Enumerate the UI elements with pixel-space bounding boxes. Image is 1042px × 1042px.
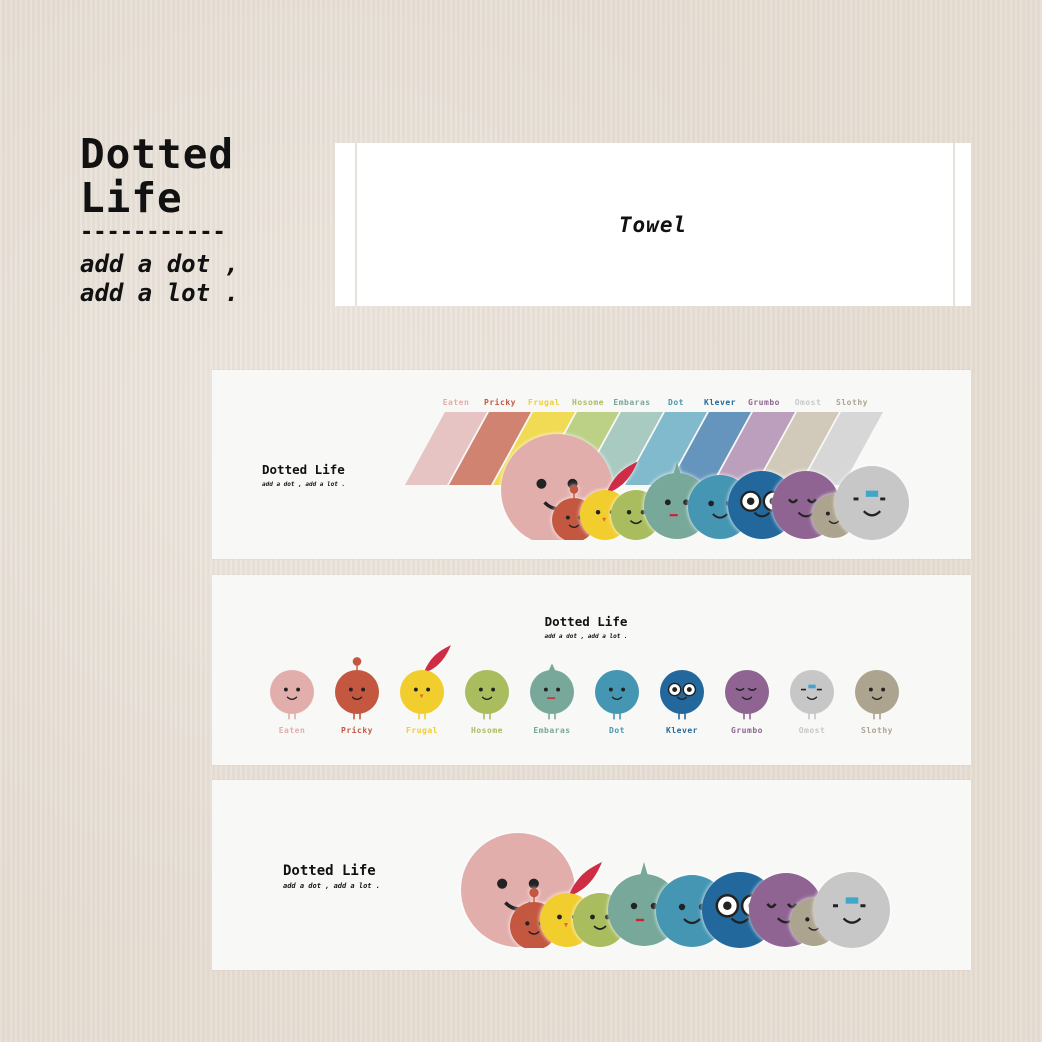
stripe-label: Frugal bbox=[528, 398, 560, 407]
panel-subtitle: add a dot , add a lot . bbox=[262, 481, 345, 488]
stripe-label: Pricky bbox=[484, 397, 516, 407]
character-body bbox=[595, 670, 639, 714]
character-label: Klever bbox=[666, 726, 698, 735]
character-omost bbox=[790, 670, 834, 720]
stripe-label: Slothy bbox=[836, 398, 868, 407]
character-label: Grumbo bbox=[731, 726, 763, 735]
character-body bbox=[790, 670, 834, 714]
character-label: Eaten bbox=[279, 726, 306, 735]
spike-icon bbox=[640, 862, 648, 876]
character-slothy bbox=[855, 670, 899, 720]
brand-tagline-line1: add a dot , bbox=[80, 250, 239, 278]
character-embaras bbox=[530, 663, 574, 720]
towel-design-rainbow-art: Dotted Life add a dot , add a lot . Eaten P… bbox=[212, 397, 971, 559]
character-label: Pricky bbox=[341, 725, 373, 735]
panel-floor bbox=[212, 540, 971, 559]
stripe-label: Klever bbox=[704, 398, 736, 407]
character-label: Embaras bbox=[533, 726, 570, 735]
brand-title: Dotted Life bbox=[80, 132, 280, 220]
towel-design-crowd: Dotted Life add a dot , add a lot . bbox=[212, 780, 971, 970]
panel-title: Dotted Life bbox=[262, 462, 345, 477]
panel-title: Dotted Life bbox=[283, 863, 376, 879]
character-body bbox=[270, 670, 314, 714]
towel-design-rainbow: Dotted Life add a dot , add a lot . Eaten P… bbox=[212, 370, 971, 559]
character-label: Slothy bbox=[861, 726, 893, 735]
character-crowd bbox=[461, 833, 890, 950]
character-body bbox=[400, 670, 444, 714]
character-eaten bbox=[270, 670, 314, 720]
stripe-label: Grumbo bbox=[748, 398, 780, 407]
character-label: Omost bbox=[799, 726, 826, 735]
brand-title-line2: Life bbox=[80, 174, 183, 222]
character-hosome bbox=[465, 670, 509, 720]
towel-design-lineup: Dotted Life add a dot , add a lot . Eaten P… bbox=[212, 575, 971, 765]
stripe-label: Embaras bbox=[613, 398, 650, 407]
product-tag-card: Towel bbox=[335, 143, 971, 306]
stripe-label: Omost bbox=[795, 398, 822, 407]
brand-title-line1: Dotted bbox=[80, 130, 235, 178]
stripe-label: Hosome bbox=[572, 398, 604, 407]
product-tag-label: Towel bbox=[618, 213, 688, 237]
character-pricky bbox=[335, 657, 379, 720]
feather-icon bbox=[569, 862, 602, 895]
panel-subtitle: add a dot , add a lot . bbox=[544, 633, 627, 640]
feather-icon bbox=[424, 645, 451, 672]
panel-subtitle: add a dot , add a lot . bbox=[283, 882, 380, 890]
character-frugal bbox=[400, 645, 451, 720]
bandage-icon bbox=[845, 897, 859, 904]
character-body bbox=[725, 670, 769, 714]
character-body bbox=[530, 670, 574, 714]
brand-divider: ----------- bbox=[80, 220, 226, 245]
character-body bbox=[835, 466, 909, 540]
character-body bbox=[465, 670, 509, 714]
brand-block: Dotted Life ----------- add a dot , add a… bbox=[80, 132, 280, 308]
bandage-icon bbox=[865, 490, 879, 497]
character-klever bbox=[660, 670, 704, 720]
character-body bbox=[855, 670, 899, 714]
bandage-icon bbox=[808, 684, 816, 689]
stripe-label: Eaten bbox=[443, 398, 470, 407]
character-body bbox=[660, 670, 704, 714]
character-label: Frugal bbox=[406, 726, 438, 735]
character-label: Dot bbox=[609, 726, 625, 735]
character-dot bbox=[595, 670, 639, 720]
character-omost bbox=[814, 872, 890, 948]
character-omost bbox=[835, 466, 909, 540]
panel-title: Dotted Life bbox=[545, 614, 628, 629]
brand-tagline: add a dot , add a lot . bbox=[80, 250, 280, 308]
character-grumbo bbox=[725, 670, 769, 720]
antenna-icon bbox=[569, 485, 579, 494]
character-label: Hosome bbox=[471, 726, 503, 735]
panel-floor bbox=[212, 948, 971, 970]
character-body bbox=[814, 872, 890, 948]
antenna-icon bbox=[352, 657, 362, 666]
towel-design-lineup-art: Dotted Life add a dot , add a lot . Eaten P… bbox=[270, 614, 899, 735]
brand-tagline-line2: add a lot . bbox=[80, 279, 239, 307]
antenna-icon bbox=[529, 888, 539, 898]
character-body bbox=[335, 670, 379, 714]
towel-design-crowd-art: Dotted Life add a dot , add a lot . bbox=[212, 833, 971, 970]
stripe-label: Dot bbox=[668, 398, 684, 407]
